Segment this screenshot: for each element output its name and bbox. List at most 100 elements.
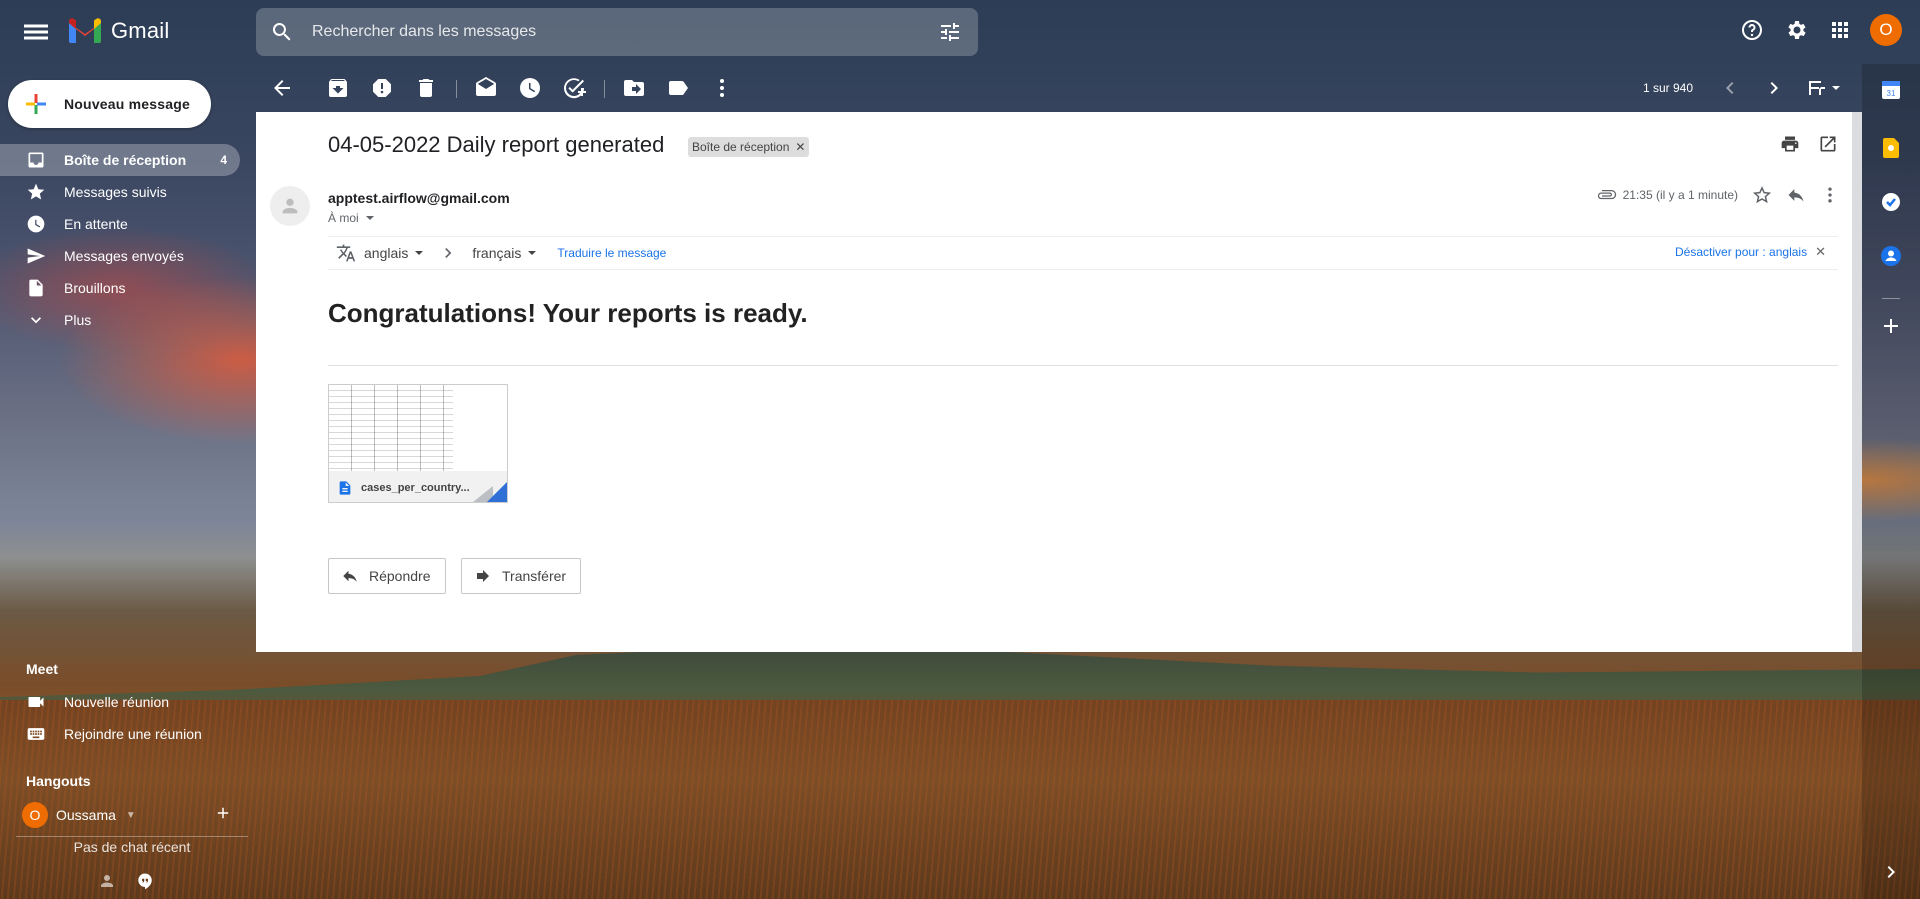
label-icon[interactable]: [666, 76, 690, 100]
svg-text:31: 31: [1887, 89, 1896, 98]
input-tools-icon[interactable]: [1806, 76, 1846, 100]
sidebar-item-sent[interactable]: Messages envoyés: [0, 240, 240, 272]
background-grass: [0, 700, 1920, 899]
source-language: anglais: [364, 245, 409, 261]
disable-translation: Désactiver pour : anglais ✕: [1675, 244, 1826, 260]
chevron-left-icon[interactable]: [1718, 76, 1742, 100]
sidebar-item-label: Boîte de réception: [64, 152, 187, 168]
hangouts-footer: [98, 872, 154, 890]
caret-down-icon: ▼: [125, 809, 136, 821]
add-task-icon[interactable]: [562, 76, 586, 100]
sidebar-item-drafts[interactable]: Brouillons: [0, 272, 240, 304]
plus-icon[interactable]: [1879, 314, 1903, 338]
compose-button[interactable]: Nouveau message: [8, 80, 211, 128]
search-input[interactable]: [312, 8, 912, 56]
back-arrow-icon[interactable]: [270, 76, 294, 100]
tasks-icon[interactable]: [1879, 190, 1903, 214]
gear-icon: [1788, 21, 1806, 39]
hamburger-icon: [24, 24, 48, 40]
trash-icon[interactable]: [414, 76, 438, 100]
more-vert-icon[interactable]: [1820, 185, 1840, 205]
main-menu-button[interactable]: [18, 14, 54, 50]
calendar-icon[interactable]: 31: [1879, 78, 1903, 102]
reply-icon[interactable]: [1786, 185, 1806, 205]
apps-button[interactable]: [1824, 14, 1856, 46]
person-icon: [282, 198, 298, 214]
inbox-icon: [28, 152, 44, 168]
sidebar-item-inbox[interactable]: Boîte de réception 4: [0, 144, 240, 176]
open-in-new-window-icon[interactable]: [1818, 134, 1838, 154]
attachment-filename: cases_per_country...: [361, 481, 470, 494]
chevron-down-icon: [31, 317, 41, 324]
compose-label: Nouveau message: [64, 96, 190, 112]
join-meeting-link[interactable]: Rejoindre une réunion: [26, 724, 202, 744]
hangouts-icon[interactable]: [136, 872, 154, 890]
move-to-icon[interactable]: [622, 76, 646, 100]
start-chat-link[interactable]: Démarrer un nouveau chat: [16, 847, 248, 859]
snooze-icon[interactable]: [518, 76, 542, 100]
scrollbar[interactable]: [1852, 112, 1862, 652]
chevron-right-icon[interactable]: [1762, 76, 1786, 100]
mark-unread-icon[interactable]: [474, 76, 498, 100]
keyboard-icon: [27, 728, 45, 740]
sidebar-item-label: En attente: [64, 216, 128, 232]
new-meeting-link[interactable]: Nouvelle réunion: [26, 692, 169, 712]
person-icon[interactable]: [98, 872, 116, 890]
inbox-label-chip[interactable]: Boîte de réception ✕: [688, 137, 810, 157]
more-vert-icon[interactable]: [710, 76, 734, 100]
recipient-text: À moi: [328, 211, 359, 225]
email-body-headline: Congratulations! Your reports is ready.: [328, 298, 808, 328]
print-icon[interactable]: [1780, 134, 1800, 154]
sidebar-item-more[interactable]: Plus: [0, 304, 240, 336]
disable-translation-link[interactable]: Désactiver pour : anglais: [1675, 245, 1807, 259]
hangouts-user[interactable]: O Oussama ▼: [22, 802, 232, 828]
close-icon[interactable]: ✕: [795, 140, 805, 154]
search-icon[interactable]: [270, 20, 294, 44]
forward-icon: [477, 570, 489, 582]
star-outline-icon[interactable]: [1752, 185, 1772, 205]
hangouts-avatar: O: [22, 802, 48, 828]
caret-down-icon: [528, 251, 537, 255]
search-bar[interactable]: [256, 8, 978, 56]
chevron-right-icon[interactable]: [1879, 860, 1903, 884]
close-icon[interactable]: ✕: [1815, 244, 1826, 260]
forward-button[interactable]: Transférer: [461, 558, 582, 594]
join-meeting-label: Rejoindre une réunion: [64, 726, 202, 742]
attachment-corner: [487, 482, 507, 502]
sidebar-item-snoozed[interactable]: En attente: [0, 208, 240, 240]
help-button[interactable]: [1736, 14, 1768, 46]
forward-label: Transférer: [502, 568, 567, 584]
chevron-right-icon: [445, 248, 452, 258]
message-toolbar: 1 sur 940: [256, 70, 1850, 106]
target-language-select[interactable]: français: [472, 245, 537, 261]
sidebar-nav: Boîte de réception 4 Messages suivis En …: [0, 144, 240, 336]
translate-controls: anglais français Traduire le message: [336, 243, 666, 263]
search-options-icon[interactable]: [938, 20, 962, 44]
reply-button[interactable]: Répondre: [328, 558, 446, 594]
report-spam-icon[interactable]: [370, 76, 394, 100]
caret-down-icon: [415, 251, 424, 255]
translate-message-link[interactable]: Traduire le message: [557, 246, 666, 260]
source-language-select[interactable]: anglais: [364, 245, 424, 261]
side-panel-divider: [1882, 298, 1900, 299]
attachment-card[interactable]: cases_per_country...: [328, 384, 508, 503]
plus-icon[interactable]: [214, 804, 232, 822]
video-camera-icon: [28, 697, 44, 707]
new-meeting-label: Nouvelle réunion: [64, 694, 170, 710]
keep-icon[interactable]: [1879, 136, 1903, 160]
archive-icon[interactable]: [326, 76, 350, 100]
sidebar-item-starred[interactable]: Messages suivis: [0, 176, 240, 208]
document-icon: [339, 480, 351, 495]
contacts-icon[interactable]: [1879, 244, 1903, 268]
gmail-logo[interactable]: Gmail: [67, 17, 169, 45]
sender-email[interactable]: apptest.airflow@gmail.com: [328, 190, 510, 206]
settings-button[interactable]: [1780, 14, 1812, 46]
help-icon: [1742, 20, 1762, 40]
account-avatar[interactable]: O: [1870, 14, 1902, 46]
email-subject: 04-05-2022 Daily report generated: [328, 132, 665, 157]
gmail-m-icon: [69, 18, 101, 43]
caret-down-icon: [365, 216, 374, 220]
target-language: français: [472, 245, 522, 261]
recipient-details[interactable]: À moi: [328, 211, 375, 225]
plus-icon: [26, 94, 46, 114]
